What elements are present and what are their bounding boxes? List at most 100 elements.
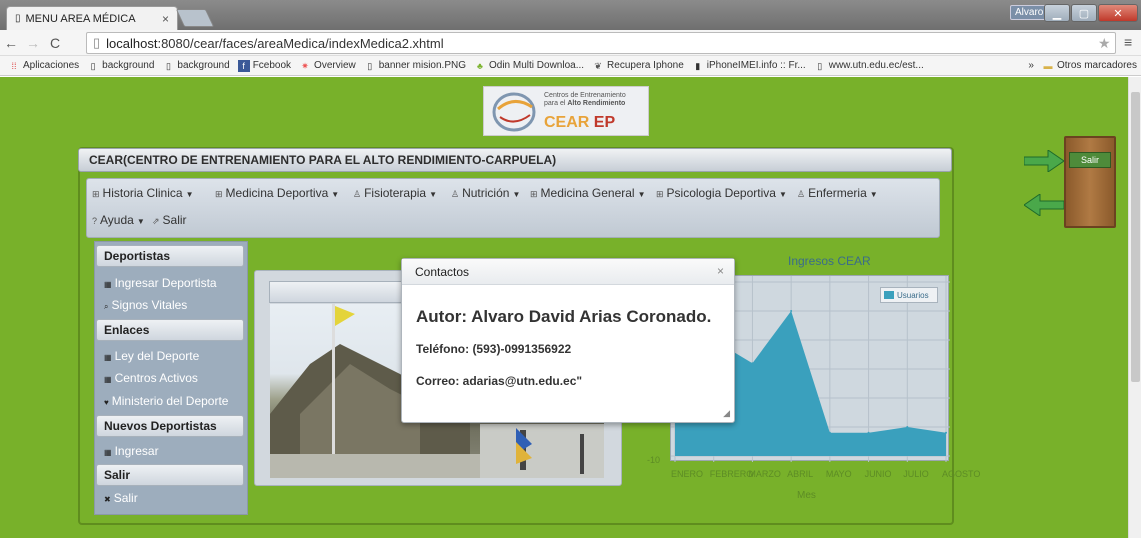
x-tick-label: MARZO <box>748 469 781 479</box>
list-icon: ▦ <box>104 448 112 457</box>
caret-down-icon: ▼ <box>136 217 145 226</box>
chart-title: Ingresos CEAR <box>788 254 871 268</box>
x-tick-label: JUNIO <box>864 469 892 479</box>
new-tab-button[interactable] <box>175 9 215 27</box>
grid-icon: ⊞ <box>92 189 100 199</box>
list-icon: ▦ <box>104 375 112 384</box>
data-point[interactable] <box>828 431 831 434</box>
page-scrollbar[interactable] <box>1128 77 1141 538</box>
search-icon: ⌕ <box>104 302 109 311</box>
data-point[interactable] <box>790 310 793 312</box>
dialog-author: Autor: Alvaro David Arias Coronado. <box>416 307 712 326</box>
bookmark-item[interactable]: ▯ banner mision.PNG <box>364 60 466 72</box>
tab-page-icon: ▯ <box>15 13 21 24</box>
menu-fisioterapia[interactable]: ♙ Fisioterapia ▼ <box>353 186 437 200</box>
sidebar-item-salir[interactable]: ✖ Salir <box>104 491 138 505</box>
bookmark-item[interactable]: ⁞⁞ Aplicaciones <box>8 60 79 72</box>
user-badge[interactable]: Alvaro <box>1010 5 1049 20</box>
sidebar-section-salir[interactable]: Salir <box>96 464 244 486</box>
browser-tab[interactable]: ▯ MENU AREA MÉDICA × <box>6 6 178 30</box>
sidebar-item-ingresar-deportista[interactable]: ▦ Ingresar Deportista <box>104 276 217 290</box>
page-icon: ▯ <box>93 35 101 50</box>
caret-down-icon: ▼ <box>331 190 340 199</box>
person-icon: ♙ <box>797 189 806 199</box>
bookmark-item[interactable]: ▮ iPhoneIMEI.info :: Fr... <box>692 60 805 72</box>
close-icon: ✖ <box>104 495 111 504</box>
bookmark-item[interactable]: ▯ background <box>87 60 155 72</box>
bird-icon: ❦ <box>594 60 602 71</box>
url-path: :8080/cear/faces/areaMedica/indexMedica2… <box>157 35 444 51</box>
list-icon: ▦ <box>104 280 112 289</box>
reload-icon[interactable]: C <box>44 35 66 51</box>
x-axis-title: Mes <box>797 490 816 501</box>
logo-emblem-icon <box>492 92 536 132</box>
legend-label: Usuarios <box>897 290 929 300</box>
maximize-button[interactable]: ▢ <box>1071 4 1097 22</box>
x-tick-label: MAYO <box>825 469 852 479</box>
back-icon[interactable]: ← <box>0 35 22 51</box>
caret-down-icon: ▼ <box>429 190 438 199</box>
menu-psicologia-deportiva[interactable]: ⊞ Psicologia Deportiva ▼ <box>656 186 787 200</box>
x-tick-label: JULIO <box>903 469 929 479</box>
menu-nutricion[interactable]: ♙ Nutrición ▼ <box>451 186 520 200</box>
minimize-button[interactable]: ▁ <box>1044 4 1070 22</box>
scrollbar-thumb[interactable] <box>1131 92 1140 382</box>
bookmark-item[interactable]: ▯ background <box>162 60 230 72</box>
caret-down-icon: ▼ <box>869 190 878 199</box>
bookmark-item[interactable]: ▯ www.utn.edu.ec/est... <box>814 60 924 72</box>
person-icon: ♙ <box>451 189 460 199</box>
x-tick-label: ABRIL <box>787 469 814 479</box>
menu-enfermeria[interactable]: ♙ Enfermeria ▼ <box>797 186 878 200</box>
menu-historia-clinica[interactable]: ⊞ Historia Clinica ▼ <box>92 186 194 200</box>
data-point[interactable] <box>867 431 870 434</box>
logo-line1: Centros de Entrenamiento <box>544 92 626 99</box>
arrow-left-icon <box>1024 194 1064 216</box>
person-icon: ♙ <box>353 189 362 199</box>
resize-grip-icon[interactable]: ◢ <box>723 408 730 419</box>
other-bookmarks[interactable]: ▬ Otros marcadores <box>1042 60 1137 72</box>
data-point[interactable] <box>906 426 909 428</box>
address-bar[interactable]: ▯ localhost :8080/cear/faces/areaMedica/… <box>86 32 1116 54</box>
bookmark-item[interactable]: f Fcebook <box>237 59 291 72</box>
dialog-email: Correo: adarias@utn.edu.ec" <box>416 374 583 388</box>
sidebar-item-signos-vitales[interactable]: ⌕ Signos Vitales <box>104 298 187 312</box>
menu-ayuda[interactable]: ? Ayuda ▼ <box>92 213 145 227</box>
bookmark-item[interactable]: ♣ Odin Multi Downloa... <box>474 60 584 72</box>
exit-door-icon[interactable] <box>1064 136 1116 228</box>
heart-icon: ♥ <box>104 398 109 407</box>
list-icon: ▦ <box>104 353 112 362</box>
sidebar-section-enlaces[interactable]: Enlaces <box>96 319 244 341</box>
sidebar-item-ministerio[interactable]: ♥ Ministerio del Deporte <box>104 394 228 408</box>
close-window-button[interactable]: ✕ <box>1098 4 1138 22</box>
data-point[interactable] <box>945 431 947 434</box>
door-exit-button[interactable]: Salir <box>1069 152 1111 168</box>
grid-icon: ⊞ <box>215 189 223 199</box>
sidebar-section-nuevos[interactable]: Nuevos Deportistas <box>96 415 244 437</box>
menu-medicina-deportiva[interactable]: ⊞ Medicina Deportiva ▼ <box>215 186 339 200</box>
sidebar-item-ingresar[interactable]: ▦ Ingresar <box>104 444 159 458</box>
caret-down-icon: ▼ <box>778 190 787 199</box>
grid-icon: ⊞ <box>656 189 664 199</box>
chrome-menu-icon[interactable]: ≡ <box>1124 34 1132 50</box>
sidebar-item-ley-del-deporte[interactable]: ▦ Ley del Deporte <box>104 349 199 363</box>
bookmark-star-icon[interactable]: ★ <box>1098 35 1111 52</box>
menu-medicina-general[interactable]: ⊞ Medicina General ▼ <box>530 186 646 200</box>
menu-salir[interactable]: ⇗ Salir <box>152 213 187 227</box>
bookmark-item[interactable]: ✷ Overview <box>299 60 355 72</box>
forward-icon[interactable]: → <box>22 35 44 51</box>
page-icon: ▯ <box>90 60 96 71</box>
x-tick-label: AGOSTO <box>942 469 981 479</box>
dialog-close-icon[interactable]: × <box>717 264 724 278</box>
logo-line2: para el <box>544 100 566 107</box>
folder-icon: ▬ <box>1043 60 1053 71</box>
tab-close-icon[interactable]: × <box>162 12 169 26</box>
sidebar-section-deportistas[interactable]: Deportistas <box>96 245 244 267</box>
bookmark-item[interactable]: ❦ Recupera Iphone <box>592 60 684 72</box>
more-bookmarks[interactable]: » <box>1028 60 1034 71</box>
legend-swatch <box>884 291 894 299</box>
chart-legend[interactable]: Usuarios <box>880 287 938 303</box>
dialog-phone: Teléfono: (593)-0991356922 <box>416 342 572 356</box>
data-point[interactable] <box>751 362 754 365</box>
sidebar-item-centros-activos[interactable]: ▦ Centros Activos <box>104 371 198 385</box>
caret-down-icon: ▼ <box>185 190 194 199</box>
